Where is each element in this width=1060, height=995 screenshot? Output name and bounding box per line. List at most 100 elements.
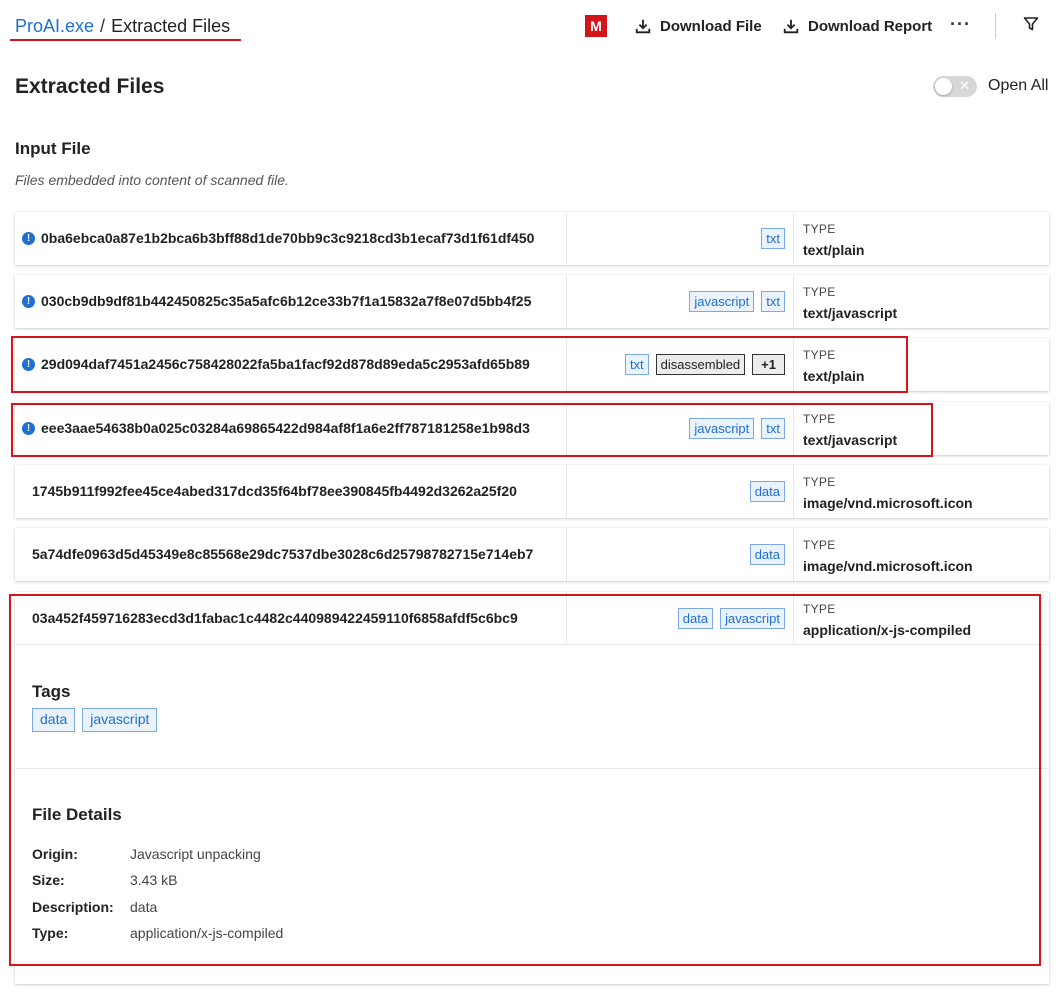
type-label: TYPE xyxy=(803,348,836,362)
tag-list: txt xyxy=(761,228,785,249)
info-icon: ! xyxy=(22,232,35,245)
breadcrumb-current: Extracted Files xyxy=(111,16,231,36)
type-label: TYPE xyxy=(803,538,836,552)
open-all-label: Open All xyxy=(988,77,1049,94)
type-value: text/plain xyxy=(803,242,865,258)
section-subtitle: Files embedded into content of scanned f… xyxy=(15,172,289,188)
highlight-underline xyxy=(10,39,241,41)
info-icon: ! xyxy=(22,422,35,435)
type-cell: TYPE text/javascript xyxy=(795,275,1049,328)
tag-list: data javascript xyxy=(677,608,785,629)
tag-list: data xyxy=(749,544,785,565)
tag-txt[interactable]: txt xyxy=(761,418,785,439)
download-file-label: Download File xyxy=(660,17,762,35)
type-value: text/javascript xyxy=(803,305,898,321)
type-cell: TYPE image/vnd.microsoft.icon xyxy=(795,528,1049,581)
tag-disassembled[interactable]: disassembled xyxy=(655,354,746,375)
tags-cell: data xyxy=(567,528,794,581)
tag-javascript[interactable]: javascript xyxy=(689,291,755,312)
tag-txt[interactable]: txt xyxy=(624,354,649,375)
type-cell: TYPE text/plain xyxy=(795,338,1049,391)
tag-javascript[interactable]: javascript xyxy=(689,418,755,439)
detail-value: application/x-js-compiled xyxy=(130,925,284,941)
type-cell: TYPE application/x-js-compiled xyxy=(795,592,1049,645)
toggle-off-icon: ✕ xyxy=(959,78,970,93)
file-hash: 29d094daf7451a2456c758428022fa5ba1facf92… xyxy=(41,356,530,372)
tags-title: Tags xyxy=(32,682,71,701)
more-options-icon[interactable]: ··· xyxy=(950,14,971,35)
open-all-toggle[interactable]: ✕ xyxy=(933,76,977,97)
tags-cell: txt xyxy=(567,212,794,265)
hash-cell: ! 0ba6ebca0a87e1b2bca6b3bff88d1de70bb9c3c… xyxy=(15,212,567,265)
hash-cell: 1745b911f992fee45ce4abed317dcd35f64bf78e… xyxy=(15,465,567,518)
download-file-button[interactable]: Download File xyxy=(634,14,762,38)
file-row[interactable]: 5a74dfe0963d5d45349e8c85568e29dc7537dbe3… xyxy=(15,528,1049,581)
section-title: Input File xyxy=(15,139,91,158)
toggle-knob xyxy=(935,78,952,95)
expanded-tag-list: data javascript xyxy=(32,708,158,732)
detail-value: Javascript unpacking xyxy=(130,846,261,862)
breadcrumb-link-file[interactable]: ProAI.exe xyxy=(15,16,94,36)
hash-cell: ! eee3aae54638b0a025c03284a69865422d984af… xyxy=(15,402,567,455)
expanded-row-header[interactable]: 03a452f459716283ecd3d1fabac1c4482c440989… xyxy=(15,592,1049,645)
type-value: image/vnd.microsoft.icon xyxy=(803,558,973,574)
expanded-file-row: 03a452f459716283ecd3d1fabac1c4482c440989… xyxy=(15,592,1049,984)
tags-cell: javascript txt xyxy=(567,402,794,455)
tag-data[interactable]: data xyxy=(32,708,76,732)
tag-javascript[interactable]: javascript xyxy=(82,708,158,732)
more-tags-badge[interactable]: +1 xyxy=(752,354,785,375)
hash-cell: 03a452f459716283ecd3d1fabac1c4482c440989… xyxy=(15,592,567,645)
type-label: TYPE xyxy=(803,412,836,426)
file-hash: eee3aae54638b0a025c03284a69865422d984af8… xyxy=(41,420,530,436)
top-bar: ProAI.exe / Extracted Files M Download Fil… xyxy=(0,0,1060,52)
tag-list: javascript txt xyxy=(689,291,785,312)
breadcrumb: ProAI.exe / Extracted Files xyxy=(15,15,230,37)
file-details-title: File Details xyxy=(32,805,122,824)
page-title: Extracted Files xyxy=(15,75,165,98)
detail-value: data xyxy=(130,899,158,915)
tags-cell: data xyxy=(567,465,794,518)
file-row[interactable]: 1745b911f992fee45ce4abed317dcd35f64bf78e… xyxy=(15,465,1049,518)
tag-txt[interactable]: txt xyxy=(761,228,785,249)
tag-data[interactable]: data xyxy=(677,608,714,629)
tags-cell: javascript txt xyxy=(567,275,794,328)
breadcrumb-separator: / xyxy=(100,16,106,36)
download-report-button[interactable]: Download Report xyxy=(782,14,932,38)
tags-cell: txt disassembled +1 xyxy=(567,338,794,391)
detail-key: Size: xyxy=(32,872,65,888)
filter-icon[interactable] xyxy=(1023,16,1039,32)
type-value: image/vnd.microsoft.icon xyxy=(803,495,973,511)
file-row[interactable]: ! 030cb9db9df81b442450825c35a5afc6b12ce33… xyxy=(15,275,1049,328)
file-row[interactable]: ! eee3aae54638b0a025c03284a69865422d984af… xyxy=(15,402,1049,455)
tag-data[interactable]: data xyxy=(749,481,785,502)
hash-cell: ! 29d094daf7451a2456c758428022fa5ba1facf9… xyxy=(15,338,567,391)
detail-key: Description: xyxy=(32,899,114,915)
type-cell: TYPE text/javascript xyxy=(795,402,1049,455)
type-label: TYPE xyxy=(803,602,836,616)
info-icon: ! xyxy=(22,295,35,308)
file-hash: 03a452f459716283ecd3d1fabac1c4482c440989… xyxy=(32,610,518,626)
type-value: application/x-js-compiled xyxy=(803,622,972,638)
download-icon xyxy=(783,19,799,34)
tag-javascript[interactable]: javascript xyxy=(720,608,785,629)
toolbar-divider xyxy=(995,13,996,39)
file-row[interactable]: ! 29d094daf7451a2456c758428022fa5ba1facf9… xyxy=(15,338,1049,391)
detail-key: Type: xyxy=(32,925,69,941)
tag-list: javascript txt xyxy=(689,418,785,439)
type-cell: TYPE text/plain xyxy=(795,212,1049,265)
file-row[interactable]: ! 0ba6ebca0a87e1b2bca6b3bff88d1de70bb9c3c… xyxy=(15,212,1049,265)
detail-key: Origin: xyxy=(32,846,78,862)
file-hash: 5a74dfe0963d5d45349e8c85568e29dc7537dbe3… xyxy=(32,546,534,562)
type-label: TYPE xyxy=(803,222,836,236)
file-hash: 1745b911f992fee45ce4abed317dcd35f64bf78e… xyxy=(32,483,517,499)
type-label: TYPE xyxy=(803,475,836,489)
tag-txt[interactable]: txt xyxy=(761,291,785,312)
tag-data[interactable]: data xyxy=(749,544,785,565)
type-label: TYPE xyxy=(803,285,836,299)
info-icon: ! xyxy=(22,358,35,371)
m-badge[interactable]: M xyxy=(585,15,607,37)
file-hash: 0ba6ebca0a87e1b2bca6b3bff88d1de70bb9c3c9… xyxy=(41,230,535,246)
file-hash: 030cb9db9df81b442450825c35a5afc6b12ce33b… xyxy=(41,293,532,309)
hash-cell: 5a74dfe0963d5d45349e8c85568e29dc7537dbe3… xyxy=(15,528,567,581)
type-value: text/javascript xyxy=(803,432,898,448)
